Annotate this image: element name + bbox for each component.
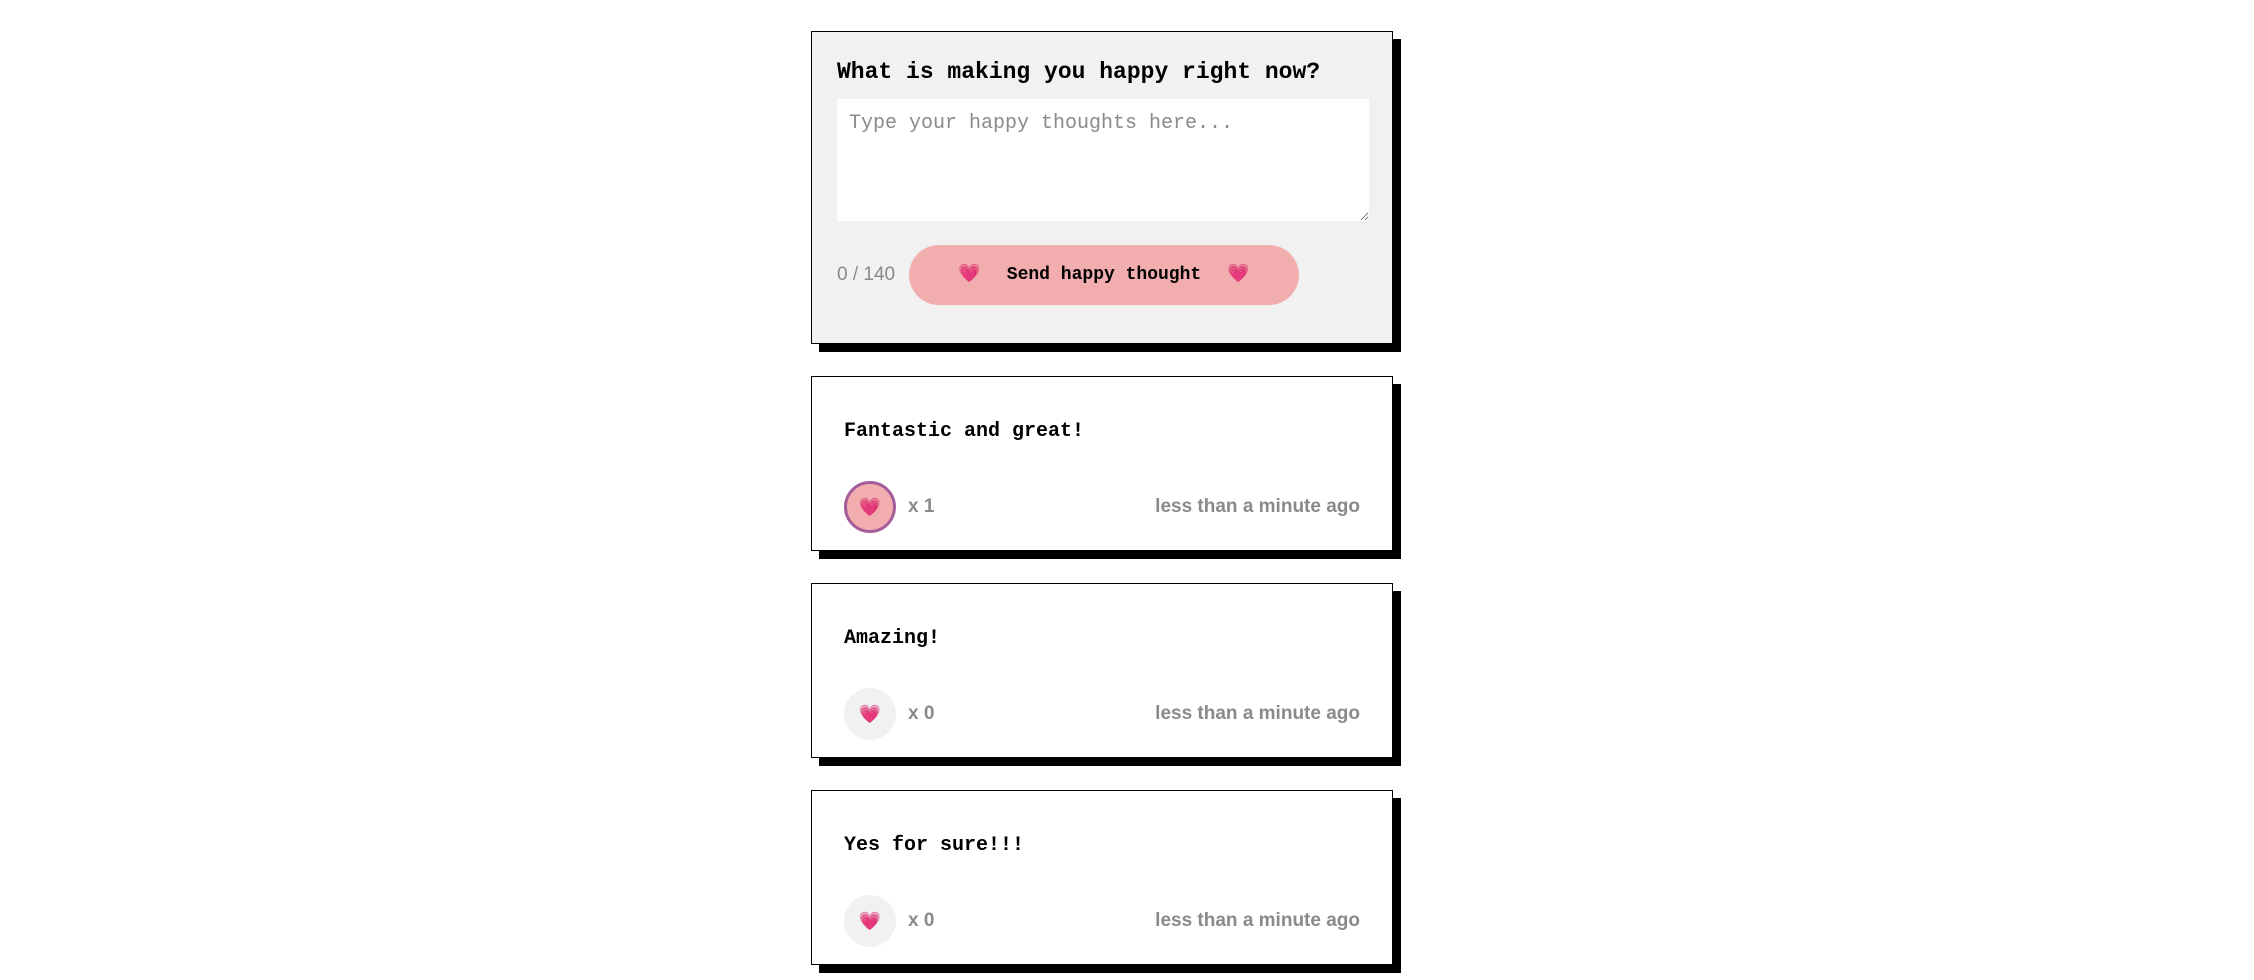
thought-card: Amazing! 💗 x 0 less than a minute ago <box>811 583 1393 758</box>
like-button[interactable]: 💗 <box>844 688 896 740</box>
thought-timestamp: less than a minute ago <box>1155 703 1360 724</box>
like-count: x 1 <box>908 496 935 517</box>
thought-timestamp: less than a minute ago <box>1155 910 1360 931</box>
form-title: What is making you happy right now? <box>837 59 1321 85</box>
form-footer: 0 / 140 💗 Send happy thought 💗 <box>837 245 1367 305</box>
happy-thought-form: What is making you happy right now? 0 / … <box>811 31 1393 344</box>
heart-icon: 💗 <box>858 910 882 931</box>
like-count: x 0 <box>908 703 935 724</box>
thought-card: Yes for sure!!! 💗 x 0 less than a minute… <box>811 790 1393 965</box>
thought-footer: 💗 x 0 less than a minute ago <box>844 688 1360 740</box>
thought-footer: 💗 x 0 less than a minute ago <box>844 895 1360 947</box>
send-happy-thought-button[interactable]: 💗 Send happy thought 💗 <box>909 245 1299 305</box>
send-button-label: Send happy thought <box>1006 265 1202 285</box>
thought-card: Fantastic and great! 💗 x 1 less than a m… <box>811 376 1393 551</box>
heart-icon: 💗 <box>958 265 981 285</box>
thought-message: Amazing! <box>844 627 941 650</box>
character-counter: 0 / 140 <box>837 264 896 285</box>
heart-icon: 💗 <box>858 703 882 724</box>
heart-icon: 💗 <box>1227 265 1250 285</box>
thought-message: Fantastic and great! <box>844 420 1085 443</box>
like-button[interactable]: 💗 <box>844 481 896 533</box>
like-count: x 0 <box>908 910 935 931</box>
thought-timestamp: less than a minute ago <box>1155 496 1360 517</box>
thoughts-column: What is making you happy right now? 0 / … <box>811 31 1393 965</box>
like-button[interactable]: 💗 <box>844 895 896 947</box>
happy-thought-input[interactable] <box>837 99 1369 221</box>
heart-icon: 💗 <box>858 496 882 517</box>
thought-footer: 💗 x 1 less than a minute ago <box>844 481 1360 533</box>
thought-message: Yes for sure!!! <box>844 834 1025 857</box>
